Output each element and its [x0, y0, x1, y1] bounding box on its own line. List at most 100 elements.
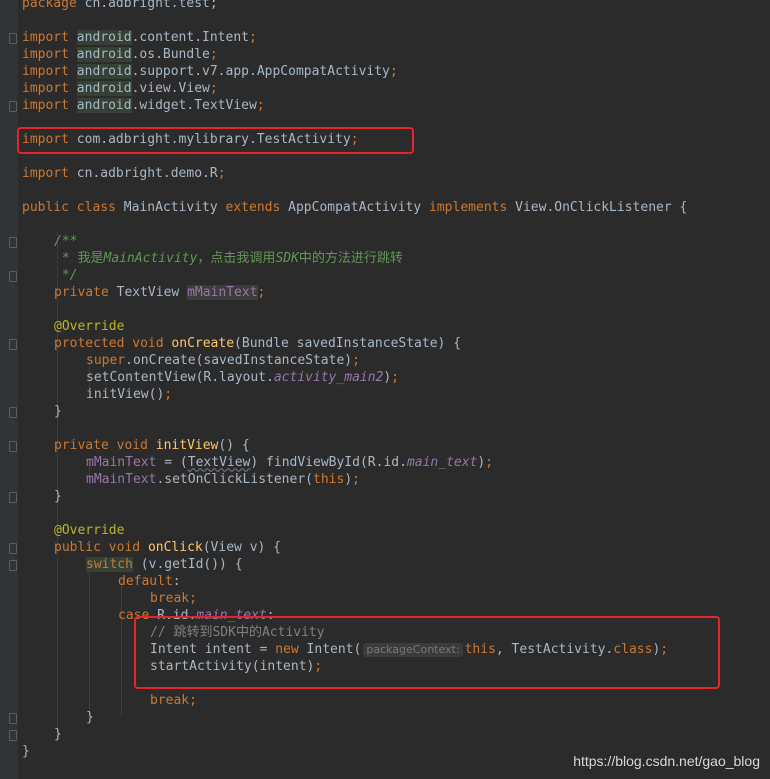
code-line[interactable]: import cn.adbright.demo.R; [22, 165, 226, 182]
brace: } [54, 404, 62, 419]
import-path: .support.v7.app.AppCompatActivity [131, 64, 390, 79]
keyword: break [150, 591, 190, 606]
colon: : [172, 574, 181, 589]
code-line[interactable]: import android.view.View; [22, 80, 218, 97]
fold-marker[interactable] [9, 33, 17, 44]
code-line[interactable]: import android.widget.TextView; [22, 97, 265, 114]
doc-comment: * [54, 251, 78, 266]
fold-marker[interactable] [9, 713, 17, 724]
code-line[interactable]: private TextView mMainText; [54, 284, 265, 301]
code-line[interactable]: } [54, 726, 62, 743]
indent-guide [121, 580, 122, 716]
import-path: .content.Intent [131, 30, 249, 45]
code-line[interactable]: super.onCreate(savedInstanceState); [86, 352, 360, 369]
keyword: extends [225, 200, 281, 215]
indent-guide [89, 564, 90, 716]
code-line[interactable]: import android.support.v7.app.AppCompatA… [22, 63, 398, 80]
highlight-box-intent [134, 616, 720, 689]
code-line[interactable]: import android.os.Bundle; [22, 46, 218, 63]
doc-comment: ，点击我调用 [197, 251, 276, 266]
keyword: public [22, 200, 69, 215]
code-line[interactable]: @Override [54, 522, 124, 539]
brace: } [54, 489, 62, 504]
semicolon: ; [209, 81, 218, 96]
semicolon: ; [485, 455, 494, 470]
fold-marker[interactable] [9, 730, 17, 741]
keyword: default [118, 574, 173, 589]
keyword: public [54, 540, 101, 555]
semicolon: ; [391, 370, 400, 385]
code-line[interactable]: mMainText = (TextView) findViewById(R.id… [86, 454, 493, 471]
method-params: () { [218, 438, 250, 453]
keyword: package [22, 0, 77, 11]
type-name: TextView [108, 285, 188, 300]
brace: } [86, 710, 94, 725]
method-name: onCreate [171, 336, 235, 351]
fold-marker[interactable] [9, 441, 17, 452]
import-segment: android [76, 81, 132, 96]
doc-comment: MainActivity [103, 251, 198, 266]
resource-id: activity_main2 [273, 370, 384, 385]
code-line[interactable]: protected void onCreate(Bundle savedInst… [54, 335, 461, 352]
code-line[interactable]: /** [54, 233, 77, 250]
code-line[interactable]: } [54, 403, 62, 420]
code-line[interactable]: import android.content.Intent; [22, 29, 257, 46]
import-segment: android [76, 64, 132, 79]
fold-marker[interactable] [9, 492, 17, 503]
keyword: protected [54, 336, 125, 351]
doc-comment: SDK [275, 251, 299, 266]
semicolon: ; [257, 285, 266, 300]
statement: ) [344, 472, 353, 487]
code-line[interactable]: mMainText.setOnClickListener(this); [86, 471, 360, 488]
keyword: class [76, 200, 116, 215]
semicolon: ; [389, 64, 398, 79]
keyword: void [116, 438, 148, 453]
interface-name: View.OnClickListener { [507, 200, 688, 215]
import-path: .view.View [131, 81, 210, 96]
keyword: import [22, 47, 69, 62]
fold-marker[interactable] [9, 407, 17, 418]
code-editor[interactable]: package cn.adbright.test; import android… [0, 0, 770, 779]
code-line[interactable]: public void onClick(View v) { [54, 539, 281, 556]
import-path: .widget.TextView [131, 98, 257, 113]
code-line[interactable]: @Override [54, 318, 124, 335]
code-line[interactable]: break; [150, 692, 197, 709]
code-line[interactable]: initView(); [86, 386, 172, 403]
fold-marker[interactable] [9, 271, 17, 282]
fold-marker[interactable] [9, 560, 17, 571]
code-line[interactable]: */ [54, 267, 78, 284]
method-name: onClick [147, 540, 203, 555]
superclass-name: AppCompatActivity [280, 200, 430, 215]
semicolon: ; [189, 591, 197, 606]
keyword: import [22, 30, 69, 45]
code-line[interactable]: default: [118, 573, 181, 590]
keyword: void [108, 540, 141, 555]
fold-marker[interactable] [9, 101, 17, 112]
code-line[interactable]: } [54, 488, 62, 505]
fold-marker[interactable] [9, 543, 17, 554]
code-line[interactable]: setContentView(R.layout.activity_main2); [86, 369, 399, 386]
import-segment: android [76, 47, 132, 62]
code-line[interactable]: public class MainActivity extends AppCom… [22, 199, 687, 216]
code-line[interactable]: break; [150, 590, 197, 607]
code-line[interactable]: package cn.adbright.test; [22, 0, 218, 12]
field-name: mMainText [86, 472, 157, 487]
semicolon: ; [249, 30, 257, 45]
code-line[interactable]: switch (v.getId()) { [86, 556, 243, 573]
keyword: import [22, 98, 69, 113]
annotation: @Override [54, 319, 125, 334]
statement: (v.getId()) { [132, 557, 243, 572]
method-params: (Bundle savedInstanceState) { [234, 336, 462, 351]
highlight-box-import [17, 127, 414, 154]
fold-marker[interactable] [9, 339, 17, 350]
code-line[interactable]: private void initView() { [54, 437, 250, 454]
fold-marker[interactable] [9, 237, 17, 248]
keyword: break [150, 693, 190, 708]
keyword: super [86, 353, 126, 368]
code-line[interactable]: } [86, 709, 94, 726]
code-line[interactable]: } [22, 743, 30, 760]
statement: .onCreate(savedInstanceState) [125, 353, 353, 368]
keyword: import [22, 64, 69, 79]
code-line[interactable]: * 我是MainActivity，点击我调用SDK中的方法进行跳转 [54, 250, 403, 267]
doc-comment: /** [54, 234, 78, 249]
